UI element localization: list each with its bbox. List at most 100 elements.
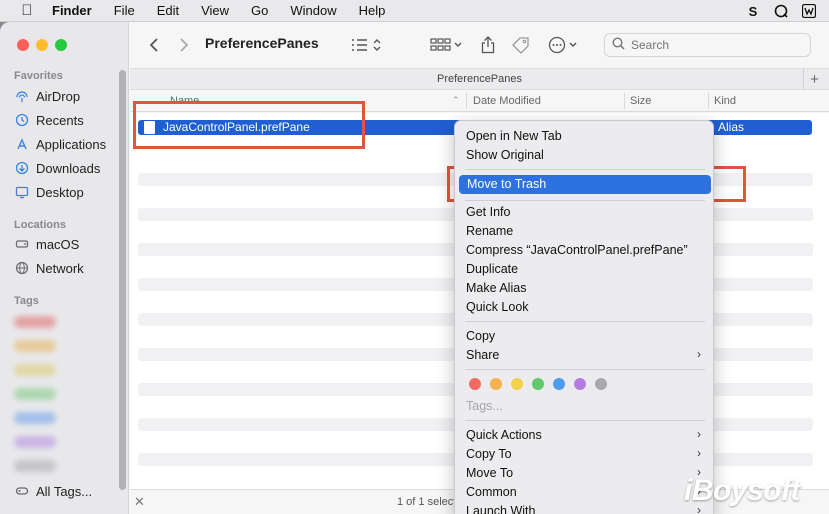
- menu-item-duplicate[interactable]: Duplicate: [466, 260, 518, 278]
- search-field[interactable]: [604, 33, 811, 57]
- path-bar-label: PreferencePanes: [437, 73, 522, 85]
- clock-icon: [14, 112, 30, 128]
- tag-color-gray[interactable]: [595, 378, 607, 390]
- menu-item-move-to[interactable]: Move To: [466, 464, 513, 482]
- sidebar-item-macos[interactable]: macOS: [14, 234, 79, 254]
- tag-color-green[interactable]: [532, 378, 544, 390]
- add-tab-button[interactable]: +: [803, 69, 825, 89]
- menu-item-tags[interactable]: Tags...: [466, 397, 503, 415]
- menu-divider: [465, 321, 705, 322]
- zoom-button[interactable]: [55, 39, 67, 51]
- menu-window[interactable]: Window: [290, 3, 336, 18]
- column-divider[interactable]: [466, 93, 467, 109]
- tag-color-red[interactable]: [469, 378, 481, 390]
- status-s-icon[interactable]: S: [745, 3, 761, 19]
- menu-item-compress[interactable]: Compress “JavaControlPanel.prefPane”: [466, 241, 688, 259]
- menu-view[interactable]: View: [201, 3, 229, 18]
- status-chat-icon[interactable]: [773, 3, 789, 19]
- sidebar-item-recents[interactable]: Recents: [14, 110, 84, 130]
- more-actions-icon[interactable]: [548, 34, 580, 56]
- sidebar-item-label: Applications: [36, 136, 107, 152]
- menu-help[interactable]: Help: [359, 3, 386, 18]
- tag-color-blue[interactable]: [553, 378, 565, 390]
- sidebar-item-downloads[interactable]: Downloads: [14, 158, 100, 178]
- locations-heading: Locations: [14, 219, 66, 231]
- menu-bar:  Finder File Edit View Go Window Help S: [0, 0, 829, 22]
- tag-color-purple[interactable]: [574, 378, 586, 390]
- list-view-icon[interactable]: [350, 34, 384, 56]
- sidebar-item-desktop[interactable]: Desktop: [14, 182, 84, 202]
- minimize-button[interactable]: [36, 39, 48, 51]
- menu-item-make-alias[interactable]: Make Alias: [466, 279, 526, 297]
- sort-chevron-icon[interactable]: ⌃: [452, 95, 460, 106]
- tag-color-orange[interactable]: [490, 378, 502, 390]
- tags-heading: Tags: [14, 295, 39, 307]
- forward-icon[interactable]: [176, 34, 192, 56]
- menu-item-get-info[interactable]: Get Info: [466, 203, 510, 221]
- menu-item-copy-to[interactable]: Copy To: [466, 445, 512, 463]
- tag-gray-blurred[interactable]: [14, 460, 56, 472]
- apple-icon[interactable]: : [18, 2, 36, 19]
- column-size[interactable]: Size: [630, 95, 651, 107]
- watermark-logo: iBoysoft: [684, 474, 801, 507]
- highlight-file-box: [133, 101, 365, 149]
- sidebar-scrollbar[interactable]: [119, 70, 126, 490]
- back-icon[interactable]: [146, 34, 162, 56]
- sidebar-item-label: Downloads: [36, 160, 101, 176]
- menu-item-quick-look[interactable]: Quick Look: [466, 298, 529, 316]
- menu-item-share[interactable]: Share: [466, 346, 499, 364]
- search-input[interactable]: [631, 38, 791, 52]
- share-icon[interactable]: [479, 34, 497, 56]
- column-date-modified[interactable]: Date Modified: [473, 95, 541, 107]
- sidebar-item-applications[interactable]: Applications: [14, 134, 106, 154]
- file-kind: Alias: [718, 120, 745, 134]
- globe-icon: [14, 260, 30, 276]
- close-x-icon[interactable]: ✕: [134, 494, 145, 510]
- menu-file[interactable]: File: [114, 3, 135, 18]
- tag-purple-blurred[interactable]: [14, 436, 56, 448]
- column-kind[interactable]: Kind: [714, 95, 736, 107]
- context-menu: Open in New Tab Show Original Move to Tr…: [454, 120, 714, 514]
- tag-red-blurred[interactable]: [14, 316, 56, 328]
- tag-yellow-blurred[interactable]: [14, 364, 56, 376]
- tag-icon[interactable]: [510, 34, 532, 56]
- menu-item-common[interactable]: Common: [466, 483, 517, 501]
- window-title: PreferencePanes: [205, 35, 319, 51]
- applications-icon: [14, 136, 30, 152]
- sidebar-item-all-tags[interactable]: All Tags...: [14, 481, 92, 501]
- menu-item-open-new-tab[interactable]: Open in New Tab: [466, 127, 562, 145]
- sidebar-item-network[interactable]: Network: [14, 258, 84, 278]
- menu-item-rename[interactable]: Rename: [466, 222, 513, 240]
- menu-divider: [465, 420, 705, 421]
- column-divider[interactable]: [708, 93, 709, 109]
- menu-item-launch-with[interactable]: Launch With: [466, 502, 535, 514]
- sidebar-item-airdrop[interactable]: AirDrop: [14, 86, 80, 106]
- column-divider[interactable]: [624, 93, 625, 109]
- toolbar: PreferencePanes: [130, 22, 829, 68]
- chevron-right-icon: ›: [697, 446, 701, 460]
- search-icon: [612, 37, 625, 53]
- menu-finder[interactable]: Finder: [52, 3, 92, 18]
- menu-item-quick-actions[interactable]: Quick Actions: [466, 426, 542, 444]
- menu-item-copy[interactable]: Copy: [466, 327, 495, 345]
- tag-green-blurred[interactable]: [14, 388, 56, 400]
- menu-go[interactable]: Go: [251, 3, 268, 18]
- desktop-icon: [14, 184, 30, 200]
- status-w-icon[interactable]: [801, 3, 817, 19]
- tag-orange-blurred[interactable]: [14, 340, 56, 352]
- group-icon[interactable]: [430, 34, 464, 56]
- tag-color-yellow[interactable]: [511, 378, 523, 390]
- tags-icon: [14, 483, 30, 499]
- sidebar-item-label: All Tags...: [36, 483, 93, 499]
- sidebar-item-label: AirDrop: [36, 88, 81, 104]
- chevron-right-icon: ›: [697, 347, 701, 361]
- chevron-right-icon: ›: [697, 427, 701, 441]
- menu-edit[interactable]: Edit: [157, 3, 179, 18]
- menu-divider: [465, 200, 705, 201]
- menu-item-show-original[interactable]: Show Original: [466, 146, 544, 164]
- menu-divider: [465, 169, 705, 170]
- close-button[interactable]: [17, 39, 29, 51]
- menu-item-move-to-trash[interactable]: Move to Trash: [459, 175, 711, 194]
- tag-blue-blurred[interactable]: [14, 412, 56, 424]
- menu-divider: [465, 369, 705, 370]
